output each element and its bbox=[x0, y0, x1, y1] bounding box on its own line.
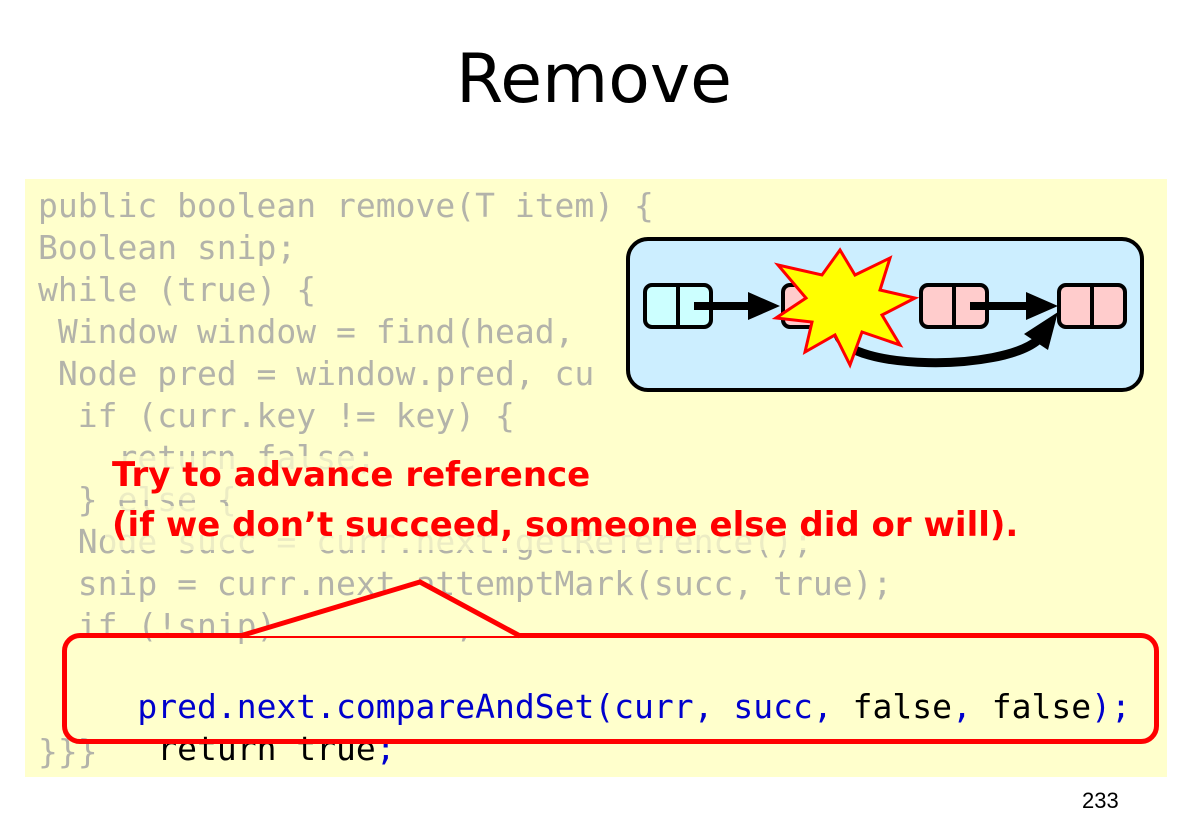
list-node-tail bbox=[1057, 283, 1127, 329]
explosion-burst-icon bbox=[771, 247, 920, 369]
page-number: 233 bbox=[1082, 788, 1119, 813]
linked-list-svg bbox=[643, 247, 1127, 369]
